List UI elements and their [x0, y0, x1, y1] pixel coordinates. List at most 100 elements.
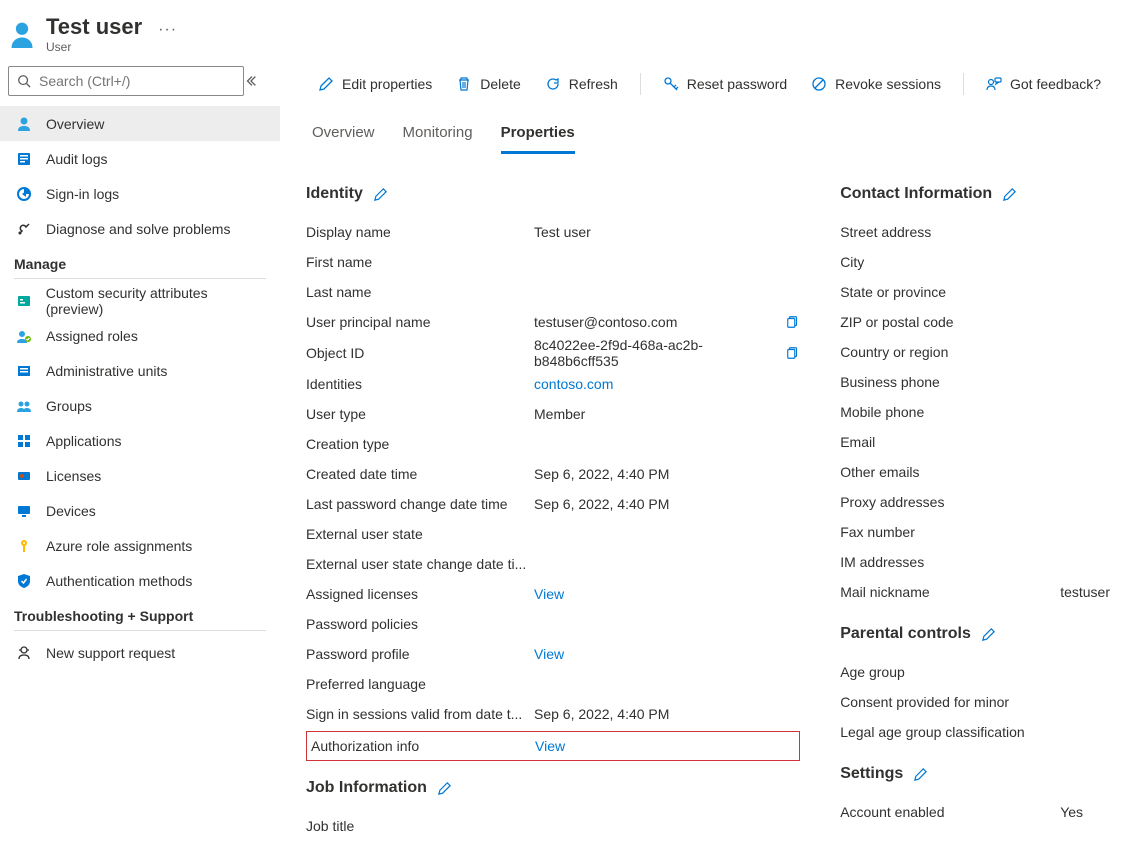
property-label: Street address — [840, 224, 1060, 240]
sidebar-item-azure-roles-icon — [14, 538, 34, 554]
sidebar-item-applications[interactable]: Applications — [0, 423, 280, 458]
property-value-link[interactable]: View — [534, 646, 800, 662]
toolbar-separator-2 — [963, 73, 964, 95]
sidebar-item-licenses[interactable]: Licenses — [0, 458, 280, 493]
sidebar-item-label: Devices — [46, 503, 96, 519]
property-label: Created date time — [306, 466, 534, 482]
sidebar-item-label: New support request — [46, 645, 175, 661]
sidebar-item-groups-icon — [14, 398, 34, 414]
edit-settings-button[interactable] — [913, 767, 928, 782]
property-row: User typeMember — [306, 399, 800, 429]
property-label: First name — [306, 254, 534, 270]
tab-monitoring[interactable]: Monitoring — [403, 118, 473, 154]
feedback-button[interactable]: Got feedback? — [974, 68, 1113, 100]
search-input[interactable] — [37, 72, 235, 90]
edit-jobinfo-button[interactable] — [437, 781, 452, 796]
property-row: IM addresses — [840, 547, 1110, 577]
tab-properties[interactable]: Properties — [501, 118, 575, 154]
property-label: Business phone — [840, 374, 1060, 390]
page-subtitle: User — [46, 40, 177, 54]
sidebar-item-assigned-roles[interactable]: Assigned roles — [0, 318, 280, 353]
property-row: Country or region — [840, 337, 1110, 367]
sidebar-item-auth-methods[interactable]: Authentication methods — [0, 563, 280, 598]
property-row: Display nameTest user — [306, 217, 800, 247]
property-row: Preferred language — [306, 669, 800, 699]
section-settings: Settings — [840, 765, 903, 783]
property-label: Fax number — [840, 524, 1060, 540]
sidebar-item-new-support[interactable]: New support request — [0, 635, 280, 670]
property-row: Proxy addresses — [840, 487, 1110, 517]
property-label: Creation type — [306, 436, 534, 452]
sidebar-search[interactable] — [8, 66, 244, 96]
sidebar-item-azure-roles[interactable]: Azure role assignments — [0, 528, 280, 563]
edit-parental-button[interactable] — [981, 627, 996, 642]
sidebar-item-label: Applications — [46, 433, 122, 449]
property-value-link[interactable]: contoso.com — [534, 376, 800, 392]
sidebar-item-groups[interactable]: Groups — [0, 388, 280, 423]
sidebar-item-overview[interactable]: Overview — [0, 106, 280, 141]
property-label: IM addresses — [840, 554, 1060, 570]
sidebar-item-label: Licenses — [46, 468, 101, 484]
property-label: Display name — [306, 224, 534, 240]
edit-contact-button[interactable] — [1002, 187, 1017, 202]
tab-overview[interactable]: Overview — [312, 118, 375, 154]
refresh-button[interactable]: Refresh — [533, 68, 630, 100]
property-label: Last name — [306, 284, 534, 300]
sidebar-item-admin-units-icon — [14, 363, 34, 379]
revoke-sessions-button[interactable]: Revoke sessions — [799, 68, 953, 100]
sidebar-item-admin-units[interactable]: Administrative units — [0, 353, 280, 388]
search-icon — [17, 74, 31, 88]
reset-password-label: Reset password — [687, 76, 787, 92]
property-value: testuser@contoso.com — [534, 314, 778, 330]
property-label: Email — [840, 434, 1060, 450]
property-row: Consent provided for minor — [840, 687, 1110, 717]
sidebar-item-licenses-icon — [14, 468, 34, 484]
sidebar-item-custom-security-attrs[interactable]: Custom security attributes (preview) — [0, 283, 280, 318]
sidebar-group-trouble: Troubleshooting + Support — [0, 598, 280, 626]
copy-icon[interactable] — [786, 346, 800, 360]
sidebar-item-diagnose[interactable]: Diagnose and solve problems — [0, 211, 280, 246]
section-jobinfo: Job Information — [306, 779, 427, 797]
sidebar-item-audit-logs[interactable]: Audit logs — [0, 141, 280, 176]
collapse-sidebar-icon[interactable] — [244, 74, 272, 88]
property-label: User principal name — [306, 314, 534, 330]
sidebar-item-label: Sign-in logs — [46, 186, 119, 202]
property-row: Legal age group classification — [840, 717, 1110, 747]
property-row: Identitiescontoso.com — [306, 369, 800, 399]
sidebar-item-label: Administrative units — [46, 363, 167, 379]
property-row: Account enabledYes — [840, 797, 1110, 827]
property-row: State or province — [840, 277, 1110, 307]
sidebar-item-label: Authentication methods — [46, 573, 192, 589]
property-label: Assigned licenses — [306, 586, 534, 602]
property-row: City — [840, 247, 1110, 277]
edit-properties-button[interactable]: Edit properties — [306, 68, 444, 100]
property-row: Last password change date timeSep 6, 202… — [306, 489, 800, 519]
property-value: testuser — [1060, 584, 1110, 600]
property-row: Password profileView — [306, 639, 800, 669]
sidebar-item-devices[interactable]: Devices — [0, 493, 280, 528]
section-identity: Identity — [306, 185, 363, 203]
section-parental: Parental controls — [840, 625, 971, 643]
edit-properties-label: Edit properties — [342, 76, 432, 92]
property-label: Preferred language — [306, 676, 534, 692]
property-value-link[interactable]: View — [534, 586, 800, 602]
property-row: Fax number — [840, 517, 1110, 547]
property-value: Sep 6, 2022, 4:40 PM — [534, 706, 800, 722]
sidebar-item-custom-security-attrs-icon — [14, 293, 34, 309]
sidebar-item-signin-logs[interactable]: Sign-in logs — [0, 176, 280, 211]
property-row: User principal nametestuser@contoso.com — [306, 307, 800, 337]
reset-password-button[interactable]: Reset password — [651, 68, 799, 100]
sidebar-item-label: Custom security attributes (preview) — [46, 285, 266, 317]
property-label: Object ID — [306, 345, 534, 361]
edit-identity-button[interactable] — [373, 187, 388, 202]
sidebar-item-diagnose-icon — [14, 221, 34, 237]
authorization-info-view-link[interactable]: View — [535, 738, 565, 754]
copy-icon[interactable] — [786, 315, 800, 329]
sidebar-item-label: Diagnose and solve problems — [46, 221, 230, 237]
property-label: Password profile — [306, 646, 534, 662]
sidebar-item-label: Audit logs — [46, 151, 107, 167]
more-menu-icon[interactable]: ··· — [158, 21, 177, 38]
property-value: 8c4022ee-2f9d-468a-ac2b-b848b6cff535 — [534, 337, 778, 369]
delete-button[interactable]: Delete — [444, 68, 532, 100]
property-row: Object ID8c4022ee-2f9d-468a-ac2b-b848b6c… — [306, 337, 800, 369]
